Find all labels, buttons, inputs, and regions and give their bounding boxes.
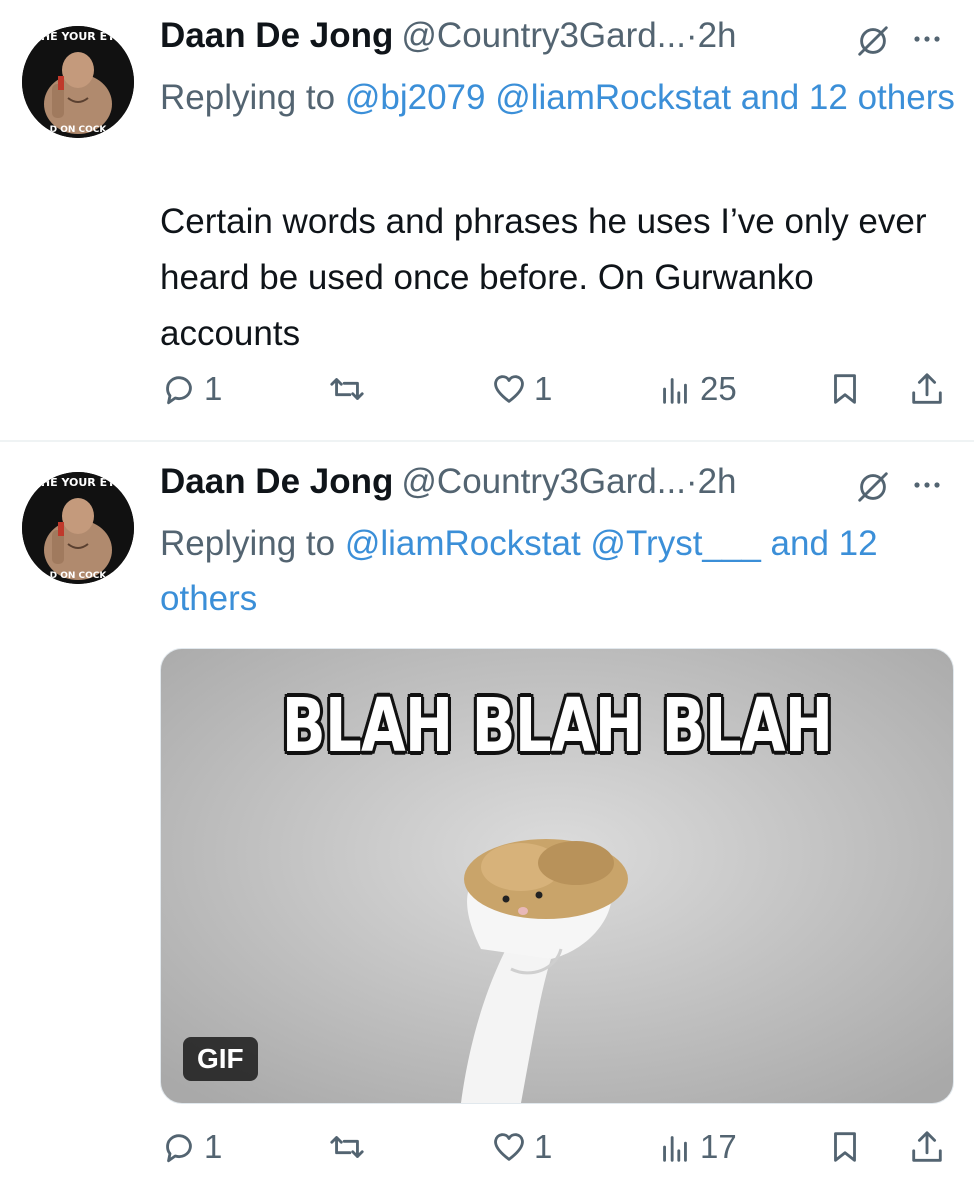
tweet-time[interactable]: 2h bbox=[698, 462, 737, 501]
tweet-header: Daan De Jong @Country3Gard...·2h bbox=[160, 16, 944, 62]
avatar-text-bottom: D ON COCK bbox=[50, 571, 108, 581]
muted-conversation-icon[interactable] bbox=[854, 468, 892, 506]
reply-button[interactable]: 1 bbox=[160, 364, 222, 414]
tweet-actions: 1 1 25 bbox=[160, 364, 950, 414]
share-icon bbox=[912, 373, 942, 404]
avatar-text-bottom: D ON COCK bbox=[50, 125, 108, 135]
bookmark-icon bbox=[834, 1132, 856, 1162]
tweet-actions: 1 1 17 bbox=[160, 1122, 950, 1172]
like-count: 1 bbox=[534, 1128, 553, 1165]
retweet-icon bbox=[330, 378, 364, 400]
share-icon bbox=[912, 1131, 942, 1162]
share-button[interactable] bbox=[908, 364, 946, 414]
gif-media[interactable]: BLAH BLAH BLAH GIF bbox=[160, 648, 954, 1104]
replying-to: Replying to @bj2079 @liamRockstat and 12… bbox=[160, 70, 960, 125]
views-count: 25 bbox=[700, 370, 737, 407]
reply-icon bbox=[166, 1134, 192, 1163]
muted-conversation-icon[interactable] bbox=[854, 22, 892, 60]
mention-link[interactable]: @bj2079 bbox=[345, 78, 486, 117]
reply-others-link[interactable]: and 12 others bbox=[741, 78, 955, 117]
views-icon bbox=[663, 378, 687, 404]
bookmark-button[interactable] bbox=[826, 364, 864, 414]
author-name[interactable]: Daan De Jong bbox=[160, 16, 393, 55]
tweet-time[interactable]: 2h bbox=[698, 16, 737, 55]
reply-button[interactable]: 1 bbox=[160, 1122, 222, 1172]
reply-count: 1 bbox=[204, 370, 223, 407]
views-icon bbox=[663, 1136, 687, 1162]
separator-dot: · bbox=[685, 16, 698, 55]
tweet-text: Certain words and phrases he uses I’ve o… bbox=[160, 202, 927, 353]
author-handle[interactable]: @Country3Gard... bbox=[401, 16, 686, 55]
more-options-icon[interactable] bbox=[910, 22, 944, 56]
replying-to-label: Replying to bbox=[160, 78, 345, 117]
mention-link[interactable]: @liamRockstat bbox=[345, 524, 581, 563]
mention-link[interactable]: @Tryst___ bbox=[590, 524, 760, 563]
author-avatar[interactable]: THE YOUR EYE D ON COCK bbox=[22, 26, 134, 138]
views-count: 17 bbox=[700, 1128, 737, 1165]
retweet-button[interactable] bbox=[328, 1122, 366, 1172]
views-button[interactable]: 17 bbox=[656, 1122, 737, 1172]
like-count: 1 bbox=[534, 370, 553, 407]
retweet-icon bbox=[330, 1136, 364, 1158]
avatar-text-top: THE YOUR EYE bbox=[33, 476, 122, 489]
share-button[interactable] bbox=[908, 1122, 946, 1172]
tweet-header: Daan De Jong @Country3Gard...·2h bbox=[160, 462, 944, 508]
retweet-button[interactable] bbox=[328, 364, 366, 414]
views-button[interactable]: 25 bbox=[656, 364, 737, 414]
reply-icon bbox=[166, 376, 192, 405]
heart-icon bbox=[494, 1133, 524, 1161]
heart-icon bbox=[494, 375, 524, 403]
tweet-1[interactable]: THE YOUR EYE D ON COCK Daan De Jong @Coun… bbox=[0, 0, 974, 440]
like-button[interactable]: 1 bbox=[490, 364, 552, 414]
author-avatar[interactable]: THE YOUR EYE D ON COCK bbox=[22, 472, 134, 584]
gif-caption: BLAH BLAH BLAH bbox=[281, 683, 833, 769]
mention-link[interactable]: @liamRockstat bbox=[495, 78, 731, 117]
avatar-text-top: THE YOUR EYE bbox=[33, 30, 122, 43]
bookmark-button[interactable] bbox=[826, 1122, 864, 1172]
author-handle[interactable]: @Country3Gard... bbox=[401, 462, 686, 501]
more-options-icon[interactable] bbox=[910, 468, 944, 502]
bookmark-icon bbox=[834, 374, 856, 404]
replying-to: Replying to @liamRockstat @Tryst___ and … bbox=[160, 516, 960, 626]
gif-badge: GIF bbox=[183, 1037, 258, 1081]
separator-dot: · bbox=[685, 462, 698, 501]
author-name[interactable]: Daan De Jong bbox=[160, 462, 393, 501]
reply-count: 1 bbox=[204, 1128, 223, 1165]
like-button[interactable]: 1 bbox=[490, 1122, 552, 1172]
tweet-2[interactable]: THE YOUR EYE D ON COCK Daan De Jong @Coun… bbox=[0, 442, 974, 1200]
replying-to-label: Replying to bbox=[160, 524, 345, 563]
